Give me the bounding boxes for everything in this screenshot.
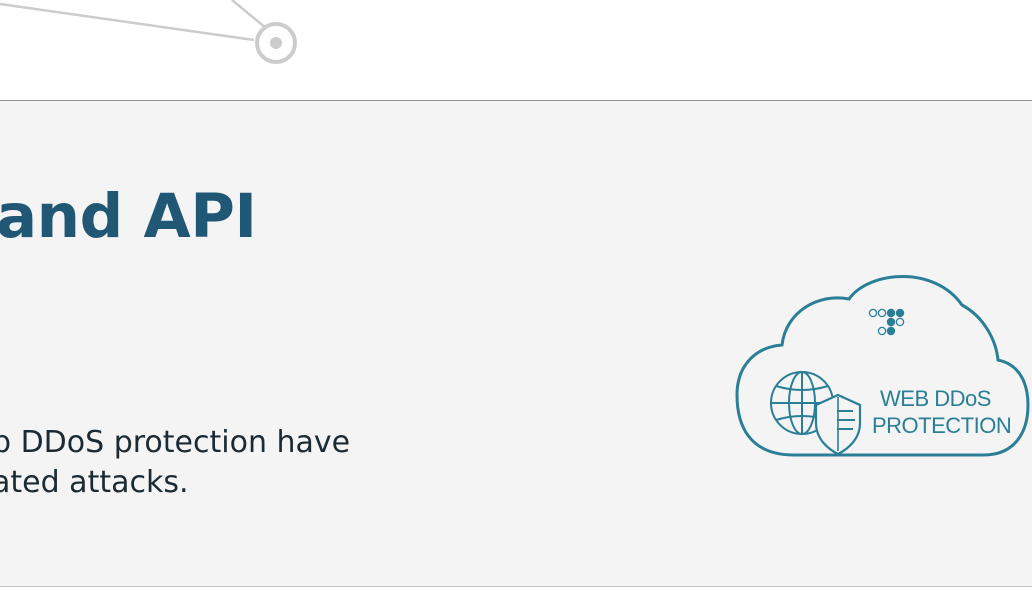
web-ddos-protection-badge: WEB DDoS PROTECTION xyxy=(735,275,1030,457)
network-line xyxy=(231,0,267,29)
page-title: and API xyxy=(0,181,257,252)
badge-label-line2: PROTECTION xyxy=(872,413,1011,438)
network-graph-decoration xyxy=(0,0,297,64)
description-line: b DDoS protection have xyxy=(0,425,351,460)
page-root: and API b DDoS protection have ated atta… xyxy=(0,0,1032,616)
hero-description: b DDoS protection have ated attacks. xyxy=(0,423,350,503)
network-node-dot xyxy=(270,37,282,49)
description-line: ated attacks. xyxy=(0,465,189,500)
radware-dots-logo-icon xyxy=(868,308,905,336)
shield-icon xyxy=(814,393,862,456)
network-line xyxy=(0,2,255,42)
badge-label-line1: WEB DDoS xyxy=(880,386,991,411)
